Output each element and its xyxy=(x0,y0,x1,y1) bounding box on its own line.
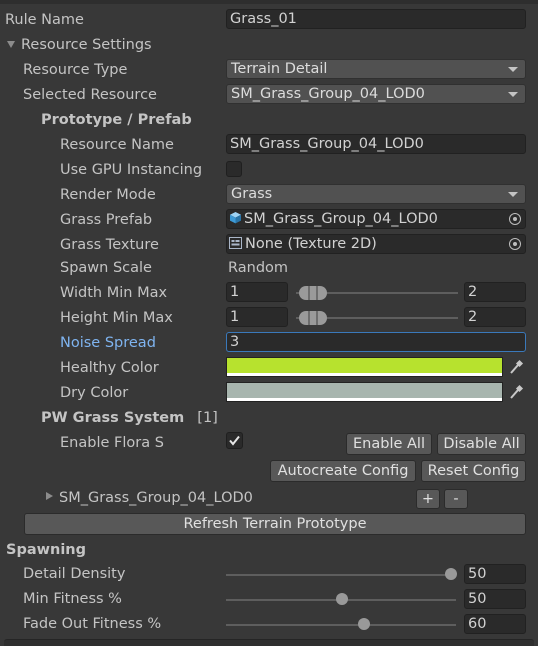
noise-spread-label: Noise Spread xyxy=(60,335,156,351)
refresh-terrain-prototype-button[interactable]: Refresh Terrain Prototype xyxy=(24,513,526,535)
eyedropper-icon[interactable] xyxy=(506,358,526,376)
selected-resource-label: Selected Resource xyxy=(23,87,157,103)
grass-prefab-label: Grass Prefab xyxy=(60,212,153,228)
detail-density-track[interactable] xyxy=(226,574,456,576)
min-fitness-field[interactable]: 50 xyxy=(464,589,526,609)
pw-grass-title: PW Grass System xyxy=(41,410,185,426)
prototype-header: Prototype / Prefab xyxy=(41,112,192,128)
healthy-color-label: Healthy Color xyxy=(60,360,159,376)
detail-density-label: Detail Density xyxy=(23,566,126,582)
texture-icon xyxy=(229,236,242,254)
width-min-field[interactable]: 1 xyxy=(226,282,288,302)
object-picker-icon[interactable] xyxy=(509,213,521,225)
add-item-button[interactable]: + xyxy=(416,489,440,509)
eyedropper-icon[interactable] xyxy=(506,383,526,401)
height-max-field[interactable]: 2 xyxy=(464,307,526,327)
resource-type-value: Terrain Detail xyxy=(231,61,328,77)
handle-grip xyxy=(316,311,318,325)
noise-spread-field[interactable]: 3 xyxy=(226,332,526,352)
grass-texture-field[interactable]: None (Texture 2D) xyxy=(226,234,526,254)
fade-out-fitness-label: Fade Out Fitness % xyxy=(23,616,162,632)
alpha-bar xyxy=(227,398,502,401)
object-picker-icon[interactable] xyxy=(509,238,521,250)
enable-all-button[interactable]: Enable All xyxy=(346,433,432,455)
gpu-instancing-checkbox[interactable] xyxy=(226,161,242,177)
dry-color-swatch[interactable] xyxy=(226,382,503,402)
height-min-field[interactable]: 1 xyxy=(226,307,288,327)
resource-name-field[interactable]: SM_Grass_Group_04_LOD0 xyxy=(226,134,526,154)
selected-resource-dropdown[interactable]: SM_Grass_Group_04_LOD0 xyxy=(226,84,526,104)
render-mode-dropdown[interactable]: Grass xyxy=(226,184,526,204)
min-fitness-thumb[interactable] xyxy=(336,593,348,605)
resource-type-label: Resource Type xyxy=(23,62,128,78)
disable-all-button[interactable]: Disable All xyxy=(437,433,526,455)
pw-grass-count: [1] xyxy=(197,410,218,426)
healthy-color-swatch[interactable] xyxy=(226,357,503,377)
autocreate-config-button[interactable]: Autocreate Config xyxy=(270,460,416,482)
grass-texture-value: None (Texture 2D) xyxy=(245,236,377,252)
resource-settings-foldout-icon[interactable] xyxy=(7,41,15,48)
rule-name-label: Rule Name xyxy=(5,12,84,28)
handle-grip xyxy=(308,286,310,300)
detail-density-thumb[interactable] xyxy=(445,568,457,580)
render-mode-label: Render Mode xyxy=(60,187,156,203)
dry-color-fill xyxy=(227,383,502,398)
fade-out-fitness-thumb[interactable] xyxy=(358,618,370,630)
fade-out-fitness-track[interactable] xyxy=(226,624,456,626)
selected-resource-value: SM_Grass_Group_04_LOD0 xyxy=(231,86,425,102)
width-max-field[interactable]: 2 xyxy=(464,282,526,302)
enable-flora-label: Enable Flora S xyxy=(60,435,164,451)
checkmark-icon xyxy=(229,435,240,446)
width-range-handle[interactable] xyxy=(299,286,327,300)
height-range-handle[interactable] xyxy=(299,311,327,325)
reset-config-button[interactable]: Reset Config xyxy=(421,460,526,482)
top-toolbar-strip xyxy=(0,0,538,4)
detail-density-field[interactable]: 50 xyxy=(464,564,526,584)
item-foldout-icon[interactable] xyxy=(46,492,53,500)
alpha-bar xyxy=(227,373,502,376)
gpu-instancing-label: Use GPU Instancing xyxy=(60,162,203,178)
pw-grass-header: PW Grass System [1] xyxy=(41,409,218,427)
grass-prefab-field[interactable]: SM_Grass_Group_04_LOD0 xyxy=(226,209,526,229)
rule-name-field[interactable]: Grass_01 xyxy=(226,9,526,29)
remove-item-button[interactable]: - xyxy=(444,489,468,509)
handle-grip xyxy=(316,286,318,300)
spawn-scale-label: Spawn Scale xyxy=(60,260,152,276)
prefab-cube-icon xyxy=(229,211,242,229)
fade-out-fitness-field[interactable]: 60 xyxy=(464,614,526,634)
grass-texture-label: Grass Texture xyxy=(60,237,159,253)
resource-settings-header[interactable]: Resource Settings xyxy=(21,36,152,54)
render-mode-value: Grass xyxy=(231,186,273,202)
handle-grip xyxy=(308,311,310,325)
grass-system-item[interactable]: SM_Grass_Group_04_LOD0 xyxy=(59,489,253,507)
chevron-down-icon xyxy=(508,67,518,72)
spawn-scale-value: Random xyxy=(228,260,289,276)
spawning-header: Spawning xyxy=(6,542,86,558)
resource-type-dropdown[interactable]: Terrain Detail xyxy=(226,59,526,79)
enable-flora-checkbox[interactable] xyxy=(226,432,243,449)
dry-color-label: Dry Color xyxy=(60,385,129,401)
height-min-max-label: Height Min Max xyxy=(60,310,173,326)
resource-name-label: Resource Name xyxy=(60,137,174,153)
min-fitness-label: Min Fitness % xyxy=(23,591,122,607)
healthy-color-fill xyxy=(227,358,502,373)
grass-prefab-value: SM_Grass_Group_04_LOD0 xyxy=(244,211,438,227)
chevron-down-icon xyxy=(508,192,518,197)
chevron-down-icon xyxy=(508,92,518,97)
width-min-max-label: Width Min Max xyxy=(60,285,168,301)
